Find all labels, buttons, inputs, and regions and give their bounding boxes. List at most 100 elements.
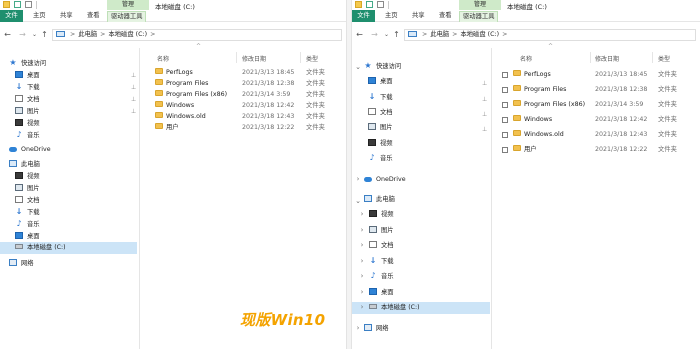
file-row[interactable]: Windows.old 2021/3/18 12:43 文件夹 <box>502 129 699 141</box>
tree-pc-downloads[interactable]: ↓ 下载 <box>369 256 490 268</box>
tree-pc-videos[interactable]: 视频 <box>369 209 490 221</box>
chevron-right-icon[interactable]: › <box>359 272 365 280</box>
pin-icon[interactable]: ⊥ <box>131 96 136 103</box>
tab-view[interactable]: 查看 <box>84 11 103 22</box>
tree-pc-desktop[interactable]: 桌面 <box>369 287 490 299</box>
row-checkbox[interactable] <box>502 132 508 138</box>
breadcrumb-this-pc[interactable]: 此电脑 <box>78 31 97 38</box>
up-arrow-icon[interactable]: ↑ <box>40 30 49 40</box>
breadcrumb-this-pc[interactable]: 此电脑 <box>430 31 449 38</box>
row-checkbox[interactable] <box>502 102 508 108</box>
row-checkbox[interactable] <box>502 117 508 123</box>
tree-local-disk[interactable]: 本地磁盘 (C:) <box>352 302 490 314</box>
column-header-name[interactable]: 名称 <box>520 54 532 63</box>
column-divider[interactable] <box>652 52 653 63</box>
manage-tab[interactable]: 管理 <box>459 0 501 10</box>
up-arrow-icon[interactable]: ↑ <box>392 30 401 40</box>
column-divider[interactable] <box>300 52 301 63</box>
tree-item-desktop[interactable]: 桌面 <box>368 76 490 88</box>
pane-divider[interactable] <box>491 48 492 349</box>
tree-quick-access[interactable]: ★ 快速访问 <box>364 61 490 73</box>
pin-icon[interactable]: ⊥ <box>482 80 487 87</box>
column-header-date[interactable]: 修改日期 <box>595 54 619 63</box>
tree-item-documents[interactable]: 文档 <box>15 94 137 106</box>
tree-quick-access[interactable]: ★ 快速访问 <box>9 58 137 70</box>
file-row[interactable]: Program Files 2021/3/18 12:38 文件夹 <box>502 84 699 96</box>
tab-drive-tools[interactable]: 驱动器工具 <box>107 11 147 22</box>
tree-pc-music[interactable]: ♪ 音乐 <box>369 271 490 283</box>
pane-divider[interactable] <box>139 48 140 349</box>
tree-onedrive[interactable]: OneDrive <box>9 144 137 156</box>
column-header-date[interactable]: 修改日期 <box>242 54 266 63</box>
row-checkbox[interactable] <box>502 72 508 78</box>
column-header-type[interactable]: 类型 <box>658 54 670 63</box>
column-divider[interactable] <box>236 52 237 63</box>
chevron-right-icon[interactable]: › <box>359 210 365 218</box>
tab-home[interactable]: 主页 <box>382 11 401 22</box>
forward-arrow-icon[interactable]: → <box>370 30 379 40</box>
address-bar[interactable]: > 此电脑 > 本地磁盘 (C:) > <box>404 29 696 41</box>
breadcrumb-current[interactable]: 本地磁盘 (C:) <box>108 31 147 38</box>
row-checkbox[interactable] <box>502 87 508 93</box>
tree-onedrive[interactable]: OneDrive <box>364 174 490 186</box>
chevron-right-icon[interactable]: › <box>355 175 361 183</box>
chevron-right-icon[interactable]: › <box>359 226 365 234</box>
address-bar[interactable]: > 此电脑 > 本地磁盘 (C:) > <box>52 29 342 41</box>
tree-pc-pictures[interactable]: 图片 <box>15 183 137 195</box>
tree-item-downloads[interactable]: ↓ 下载 <box>15 82 137 94</box>
chevron-down-icon[interactable]: ⌄ <box>355 63 361 71</box>
properties-icon[interactable] <box>14 1 21 8</box>
tree-pc-pictures[interactable]: 图片 <box>369 225 490 237</box>
pin-icon[interactable]: ⊥ <box>482 111 487 118</box>
pin-icon[interactable]: ⊥ <box>131 72 136 79</box>
pin-icon[interactable]: ⊥ <box>482 126 487 133</box>
tree-network[interactable]: 网络 <box>364 323 490 335</box>
tree-item-music[interactable]: ♪ 音乐 <box>368 153 490 165</box>
tree-pc-videos[interactable]: 视频 <box>15 171 137 183</box>
manage-tab[interactable]: 管理 <box>107 0 149 10</box>
tree-pc-music[interactable]: ♪ 音乐 <box>15 219 137 231</box>
pin-icon[interactable]: ⊥ <box>131 84 136 91</box>
pin-icon[interactable]: ⊥ <box>482 96 487 103</box>
file-row[interactable]: Windows 2021/3/18 12:42 文件夹 <box>502 114 699 126</box>
column-divider[interactable] <box>590 52 591 63</box>
tree-pc-documents[interactable]: 文档 <box>369 240 490 252</box>
tree-item-music[interactable]: ♪ 音乐 <box>15 130 137 142</box>
tree-item-documents[interactable]: 文档 <box>368 107 490 119</box>
back-arrow-icon[interactable]: ← <box>3 30 12 40</box>
chevron-right-icon[interactable]: › <box>359 241 365 249</box>
tree-item-downloads[interactable]: ↓ 下载 <box>368 92 490 104</box>
chevron-right-icon[interactable]: › <box>359 303 365 311</box>
tree-item-pictures[interactable]: 图片 <box>15 106 137 118</box>
chevron-down-icon[interactable]: ⌄ <box>355 197 361 205</box>
column-header-name[interactable]: 名称 <box>157 54 169 63</box>
chevron-right-icon[interactable]: › <box>359 288 365 296</box>
row-checkbox[interactable] <box>502 147 508 153</box>
tree-this-pc[interactable]: 此电脑 <box>9 159 137 171</box>
tree-item-videos[interactable]: 视频 <box>368 138 490 150</box>
tree-this-pc[interactable]: 此电脑 <box>364 194 490 206</box>
tree-item-pictures[interactable]: 图片 <box>368 122 490 134</box>
tab-share[interactable]: 共享 <box>409 11 428 22</box>
column-header-type[interactable]: 类型 <box>306 54 318 63</box>
chevron-right-icon[interactable]: › <box>355 324 361 332</box>
new-folder-icon[interactable] <box>25 1 32 8</box>
file-row[interactable]: PerfLogs 2021/3/13 18:45 文件夹 <box>502 69 699 81</box>
tab-share[interactable]: 共享 <box>57 11 76 22</box>
properties-icon[interactable] <box>366 1 373 8</box>
tab-home[interactable]: 主页 <box>30 11 49 22</box>
back-arrow-icon[interactable]: ← <box>355 30 364 40</box>
new-folder-icon[interactable] <box>377 1 384 8</box>
tab-drive-tools[interactable]: 驱动器工具 <box>459 11 499 22</box>
breadcrumb-current[interactable]: 本地磁盘 (C:) <box>460 31 499 38</box>
file-row[interactable]: Program Files (x86) 2021/3/14 3:59 文件夹 <box>502 99 699 111</box>
tab-file[interactable]: 文件 <box>0 10 23 22</box>
chevron-down-icon[interactable]: ⌄ <box>382 30 391 40</box>
pin-icon[interactable]: ⊥ <box>131 108 136 115</box>
tab-file[interactable]: 文件 <box>352 10 375 22</box>
tree-item-videos[interactable]: 视频 <box>15 118 137 130</box>
tree-pc-documents[interactable]: 文档 <box>15 195 137 207</box>
file-row[interactable]: 用户 2021/3/18 12:22 文件夹 <box>502 144 699 156</box>
forward-arrow-icon[interactable]: → <box>18 30 27 40</box>
tree-local-disk[interactable]: 本地磁盘 (C:) <box>0 242 137 254</box>
